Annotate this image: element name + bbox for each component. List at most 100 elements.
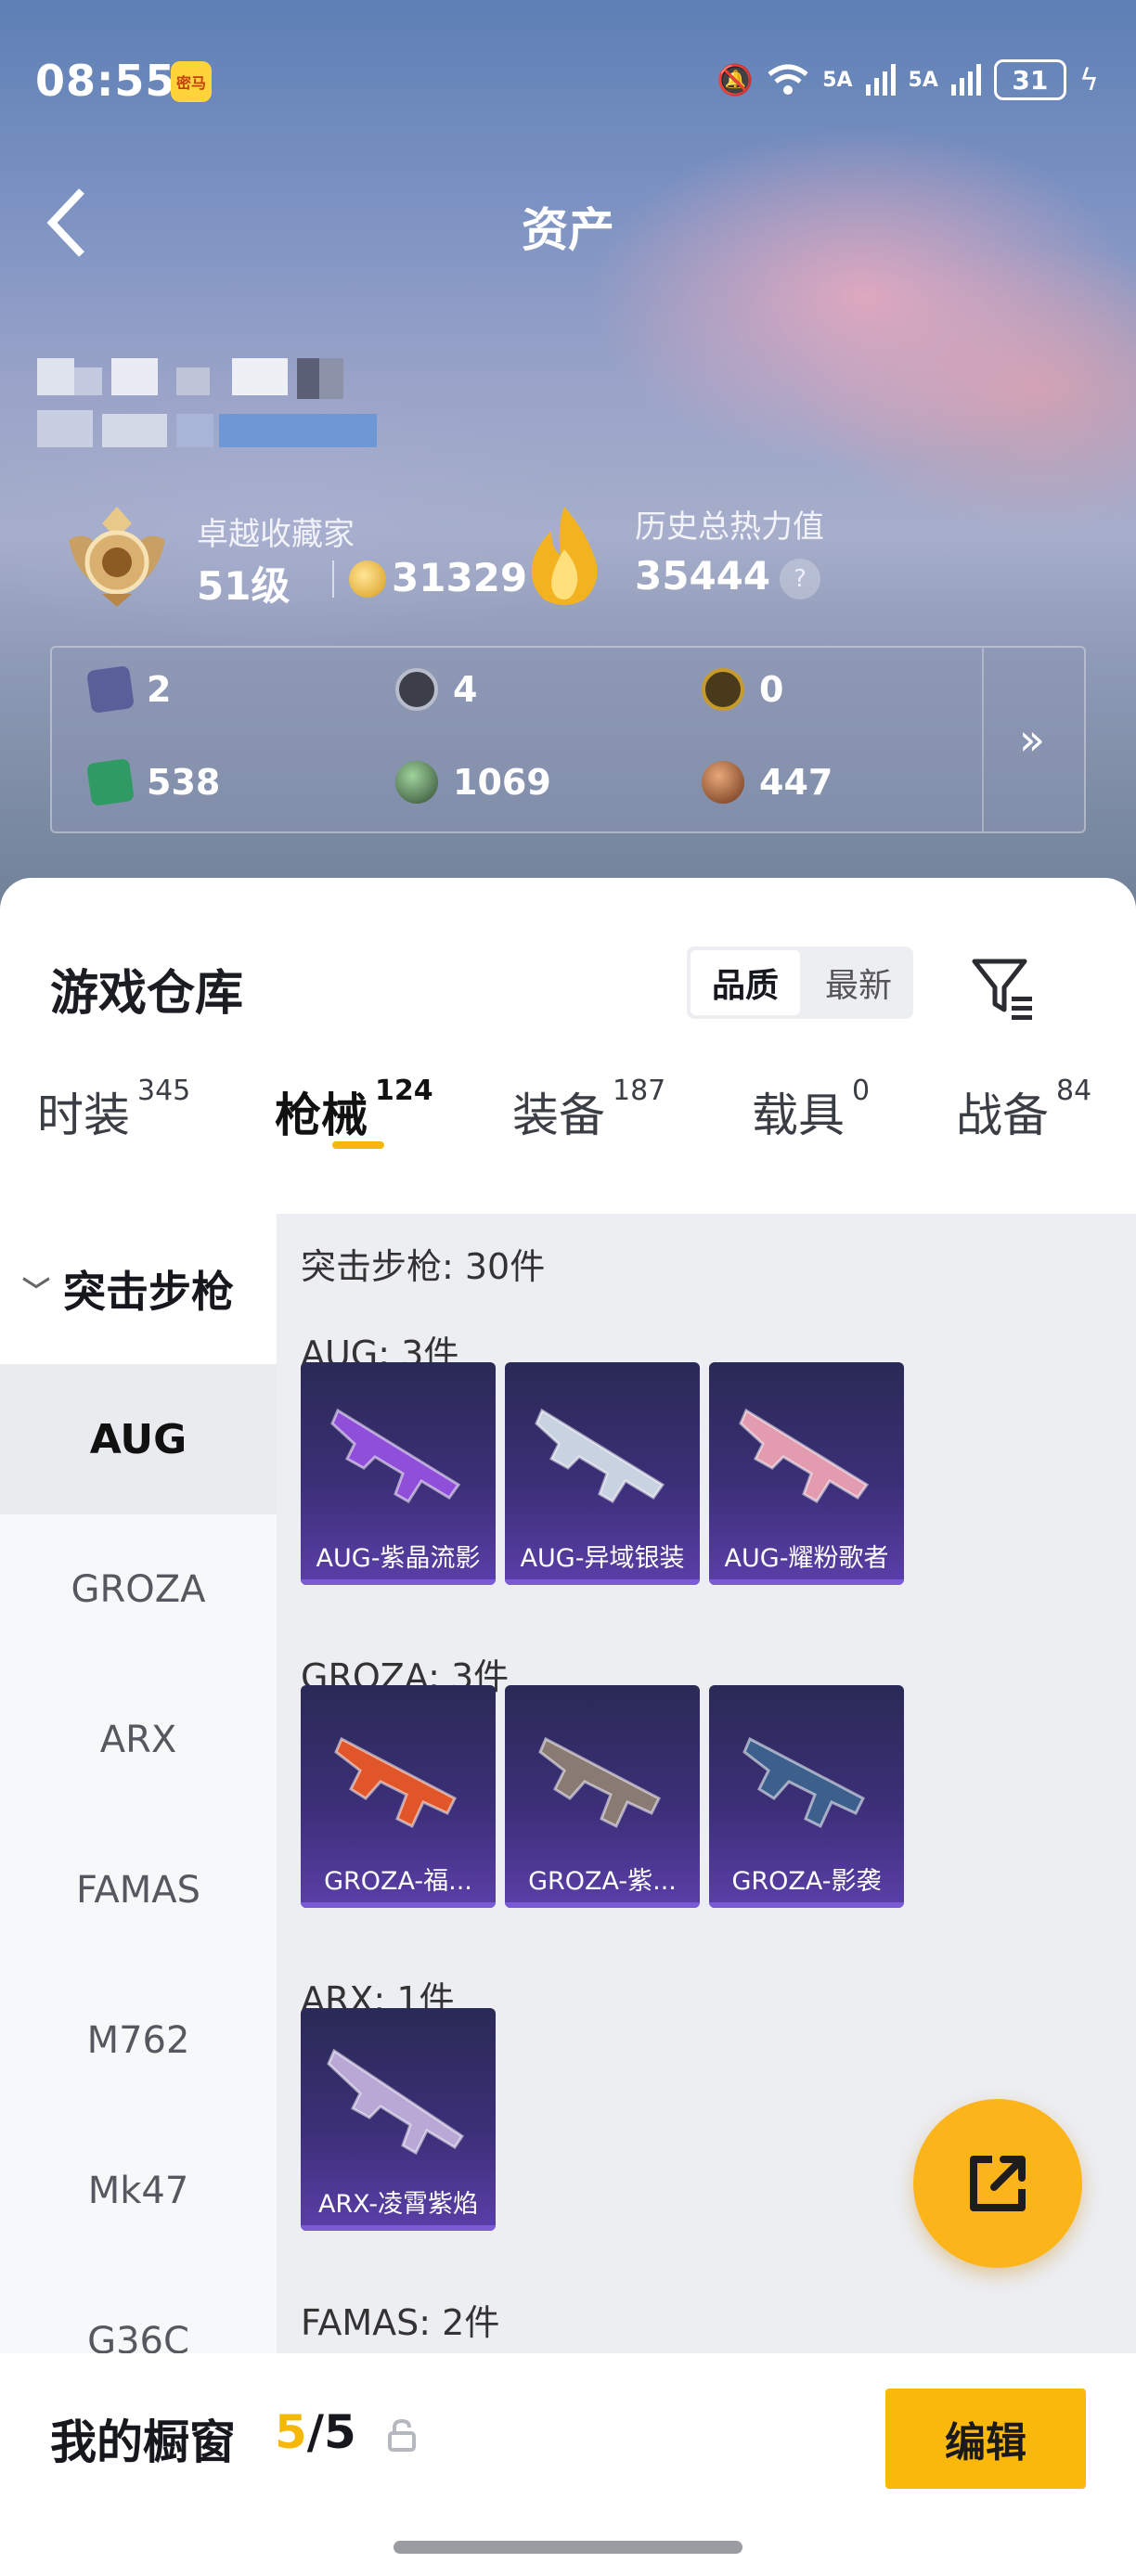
help-icon[interactable]: ? [780,559,820,599]
weapon-card[interactable]: AUG-紫晶流影 [301,1362,496,1585]
currency-value: 538 [147,762,221,803]
currency-value: 0 [759,669,784,710]
sidebar-item-arx[interactable]: ARX [0,1665,277,1815]
status-bar: 08:55 密马 🔕 5A 5A 31 ϟ [0,0,1136,158]
currency-value: 447 [759,762,833,803]
charging-icon: ϟ [1078,62,1099,97]
category-tabs: 时装 345 枪械 124 装备 187 载具 0 战备 84 [0,1054,1136,1164]
sort-toggle: 品质 最新 [687,947,913,1019]
filter-icon [972,959,1032,1020]
score-coin-icon [349,560,386,598]
mute-icon: 🔕 [716,62,755,97]
rifle-icon [538,1736,661,1829]
tab-count: 187 [613,1075,666,1107]
currency-item: 4 [395,668,477,711]
currency-value: 2 [147,669,172,710]
card-label: GROZA-福... [324,1867,472,1896]
card-label: ARX-凌霄紫焰 [317,2190,479,2219]
rank-emblem-icon [69,507,165,607]
lock-icon [388,2418,416,2452]
tab-count: 0 [852,1075,871,1107]
card-icon [86,665,135,714]
currency-panel: 2 4 0 538 1069 447 » [50,646,1086,833]
rank-title: 卓越收藏家 [197,516,355,553]
battery-icon: 31 [993,59,1066,100]
weapon-card[interactable]: AUG-耀粉歌者 [709,1362,904,1585]
filter-button[interactable] [967,952,1038,1023]
sidebar-item-groza[interactable]: GROZA [0,1514,277,1665]
currency-item: 538 [86,758,221,806]
heat-label: 历史总热力值 [635,509,824,546]
currency-item: 447 [702,761,833,804]
tab-label: 载具 [752,1088,845,1142]
tab-label: 枪械 [275,1088,368,1142]
currency-value: 4 [453,669,478,710]
divider [332,560,334,598]
signal-1-icon: 5A [822,68,853,92]
status-icons: 🔕 5A 5A 31 ϟ [716,59,1099,100]
list-header: 突击步枪: 30件 [301,1246,546,1287]
currency-value: 1069 [453,762,551,803]
coin-gold-icon [702,668,744,711]
tab-label: 战备 [956,1088,1049,1142]
rifle-icon [742,1736,865,1829]
sort-newest-button[interactable]: 最新 [804,947,913,1019]
tab-count: 345 [137,1075,191,1107]
sidebar-item-famas[interactable]: FAMAS [0,1815,277,1965]
showcase-total: /5 [306,2405,356,2459]
currency-item: 2 [86,665,172,714]
card-label: AUG-紫晶流影 [316,1544,481,1573]
tab-fashion[interactable]: 时装 345 [37,1054,190,1164]
sidebar-group-label: 突击步枪 [63,1267,234,1317]
tab-count: 124 [375,1075,433,1107]
sidebar-item-aug[interactable]: AUG [0,1364,277,1514]
share-button[interactable] [913,2099,1082,2268]
group-label-famas: FAMAS: 2件 [301,2302,500,2343]
orb-bronze-icon [702,761,744,804]
signal-2-icon: 5A [908,68,938,92]
edit-button[interactable]: 编辑 [885,2389,1086,2489]
tab-equipment[interactable]: 装备 187 [512,1054,665,1164]
rifle-icon [739,1408,870,1504]
sidebar-group-assault-rifle[interactable]: ﹀ 突击步枪 [0,1214,277,1364]
weapon-card[interactable]: ARX-凌霄紫焰 [301,2008,496,2231]
sidebar-item-m762[interactable]: M762 [0,1965,277,2116]
weapon-card[interactable]: GROZA-福... [301,1685,496,1908]
sidebar-item-mk47[interactable]: Mk47 [0,2116,277,2266]
rank-block: 卓越收藏家 51级 31329 [58,501,527,612]
showcase-count: 5/5 [275,2405,356,2459]
rank-score: 31329 [392,555,528,600]
hero-banner: 08:55 密马 🔕 5A 5A 31 ϟ 资产 卓越收藏家 51级 31329… [0,0,1136,919]
card-label: GROZA-紫... [528,1867,677,1896]
tab-vehicles[interactable]: 载具 0 [752,1054,870,1164]
sort-quality-button[interactable]: 品质 [691,950,800,1015]
tab-count: 84 [1056,1075,1092,1107]
home-indicator [394,2541,742,2554]
divider [982,648,984,831]
warehouse-title: 游戏仓库 [50,966,244,1022]
currency-item: 0 [702,668,783,711]
wifi-icon [768,64,808,95]
showcase-label: 我的橱窗 [50,2415,236,2469]
showcase-current: 5 [275,2405,307,2459]
flame-icon [531,507,598,605]
warehouse-sheet: 游戏仓库 品质 最新 时装 345 枪械 124 装备 187 载具 0 战备 … [0,878,1136,2576]
app-badge-icon: 密马 [171,61,212,102]
weapon-card[interactable]: AUG-异域银装 [505,1362,700,1585]
card-label: AUG-耀粉歌者 [724,1544,889,1573]
more-currencies-button[interactable]: » [1006,707,1058,772]
tab-weapons[interactable]: 枪械 124 [275,1054,433,1164]
signal-bars-icon [950,64,981,96]
ticket-green-icon [86,758,135,806]
weapon-card[interactable]: GROZA-紫... [505,1685,700,1908]
orb-green-icon [395,761,438,804]
card-label: GROZA-影袭 [731,1867,882,1896]
rifle-icon [327,2048,465,2156]
weapon-card[interactable]: GROZA-影袭 [709,1685,904,1908]
heat-value: 35444 [635,553,771,599]
rifle-icon [334,1736,457,1829]
tab-label: 时装 [37,1088,130,1142]
status-time: 08:55 [35,56,176,106]
tab-supplies[interactable]: 战备 84 [956,1054,1091,1164]
tab-label: 装备 [512,1088,605,1142]
